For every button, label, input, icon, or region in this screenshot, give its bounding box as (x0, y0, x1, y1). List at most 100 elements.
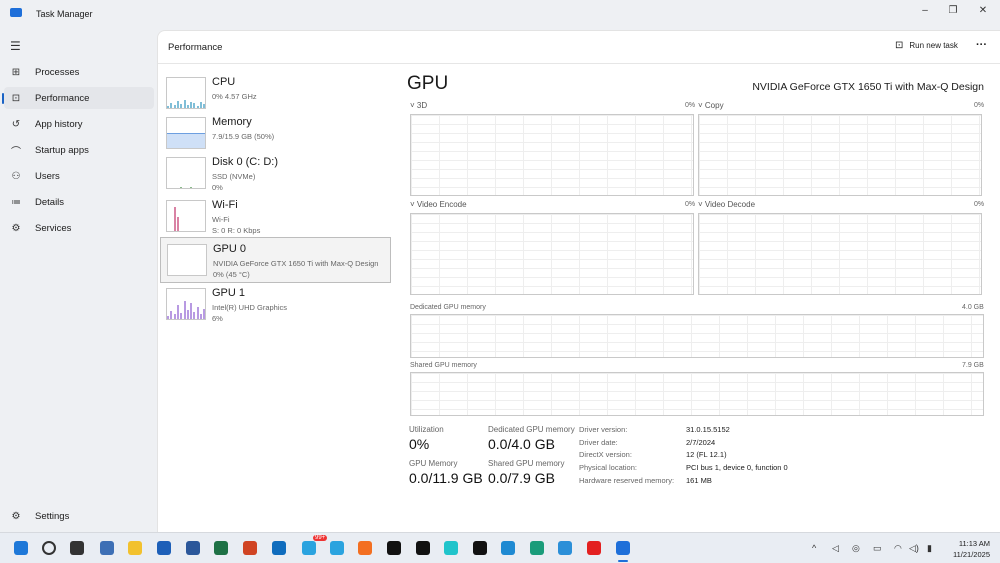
property-value: PCI bus 1, device 0, function 0 (686, 463, 788, 473)
keyboard-icon[interactable]: ▭ (873, 543, 882, 554)
notion-icon[interactable] (416, 541, 430, 555)
engine-label: Video Encode (416, 200, 467, 209)
close-button[interactable]: ✕ (973, 5, 993, 16)
run-new-task-button[interactable]: ⊡ Run new task (895, 40, 958, 51)
device-thumbnail-graph (166, 288, 206, 320)
file-explorer-icon[interactable] (128, 541, 142, 555)
sidebar-item-users[interactable]: ⚇ Users (4, 165, 154, 187)
processes-icon: ⊞ (11, 66, 21, 78)
performance-icon: ⊡ (11, 92, 21, 104)
engine-video-decode-dropdown[interactable]: ˅ Video Decode (698, 200, 755, 209)
history-icon: ↺ (11, 118, 21, 130)
device-name: CPU (212, 76, 236, 88)
device-thumbnail-graph (166, 157, 206, 189)
utilization-label: Utilization (409, 425, 444, 434)
outlook-icon[interactable] (272, 541, 286, 555)
engine-3d-dropdown[interactable]: ˅ 3D (410, 101, 427, 110)
device-usage: 0% (45 °C) (213, 270, 250, 279)
store-icon[interactable] (157, 541, 171, 555)
clock[interactable]: 11:13 AM 11/21/2025 (946, 538, 990, 560)
device-name: Wi-Fi (212, 199, 238, 211)
sidebar-item-performance[interactable]: ⊡ Performance (2, 87, 154, 109)
device-item-gpu-0[interactable]: GPU 0 NVIDIA GeForce GTX 1650 Ti with Ma… (160, 237, 391, 283)
more-options-button[interactable]: ··· (976, 39, 987, 51)
telegram-icon[interactable] (330, 541, 344, 555)
word-icon[interactable] (186, 541, 200, 555)
engine-value: 0% (685, 201, 696, 208)
property-label: DirectX version: (579, 450, 632, 460)
title-bar: Task Manager – ❐ ✕ (0, 0, 1000, 30)
device-detail: NVIDIA GeForce GTX 1650 Ti with Max-Q De… (213, 259, 379, 268)
main-panel: Performance ⊡ Run new task ··· CPU 0% 4.5… (157, 30, 1000, 532)
sidebar-item-services[interactable]: ⚙ Services (4, 217, 154, 239)
vscode-icon[interactable] (501, 541, 515, 555)
gpu-model: NVIDIA GeForce GTX 1650 Ti with Max-Q De… (752, 81, 984, 93)
shared-stat-label: Shared GPU memory (488, 459, 565, 468)
volume-icon[interactable]: ◁) (909, 543, 919, 554)
active-app-indicator (618, 560, 628, 562)
time: 11:13 AM (958, 539, 990, 548)
device-usage: 0% (212, 183, 223, 192)
telegram-alt-icon[interactable] (302, 541, 316, 555)
speedometer-icon: ⌒ (11, 146, 21, 158)
services-icon: ⚙ (11, 222, 21, 234)
list-icon: ≔ (11, 196, 21, 208)
device-item-disk-0-c-d[interactable]: Disk 0 (C: D:) SSD (NVMe) 0% (160, 151, 391, 197)
youtube-icon[interactable] (587, 541, 601, 555)
edge-icon[interactable] (530, 541, 544, 555)
device-item-wi-fi[interactable]: Wi-Fi Wi-Fi S: 0 R: 0 Kbps (160, 194, 391, 240)
task-view-icon[interactable] (70, 541, 84, 555)
sidebar-item-label: Performance (35, 92, 90, 104)
device-name: Memory (212, 116, 252, 128)
page-title: Performance (168, 42, 223, 53)
sidebar-item-processes[interactable]: ⊞ Processes (4, 61, 154, 83)
engine-video-encode-dropdown[interactable]: ˅ Video Encode (410, 200, 467, 209)
powerpoint-icon[interactable] (243, 541, 257, 555)
engine-value: 0% (685, 102, 696, 109)
edge-dev-icon[interactable] (558, 541, 572, 555)
dedicated-memory-max: 4.0 GB (962, 304, 984, 311)
figma-icon[interactable] (387, 541, 401, 555)
restore-button[interactable]: ❐ (943, 5, 963, 16)
start-icon[interactable] (14, 541, 28, 555)
sidebar-item-label: Settings (35, 510, 70, 522)
engine-label: Video Decode (704, 200, 756, 209)
wifi-icon[interactable]: ◠ (894, 543, 902, 554)
capcut-icon[interactable] (473, 541, 487, 555)
property-label: Physical location: (579, 463, 637, 473)
sidebar-item-settings[interactable]: ⚙ Settings (4, 505, 154, 527)
sidebar-item-app-history[interactable]: ↺ App history (4, 113, 154, 135)
sidebar-item-details[interactable]: ≔ Details (4, 191, 154, 213)
engine-video-encode-graph (410, 213, 694, 295)
property-value: 12 (FL 12.1) (686, 450, 727, 460)
task-manager-icon[interactable] (616, 541, 630, 555)
sidebar: ☰ ⊞ Processes ⊡ Performance ↺ App history ⌒… (0, 30, 157, 532)
hamburger-menu-icon[interactable]: ☰ (10, 39, 21, 53)
engine-copy-graph (698, 114, 982, 196)
battery-icon[interactable]: ▮ (927, 543, 932, 554)
device-thumbnail-graph (166, 117, 206, 149)
canva-icon[interactable] (444, 541, 458, 555)
excel-icon[interactable] (214, 541, 228, 555)
dedicated-memory-graph (410, 314, 984, 358)
gpu-memory-value: 0.0/11.9 GB (409, 470, 483, 486)
show-hidden-icons[interactable]: ^ (812, 543, 816, 553)
sidebar-item-label: Startup apps (35, 144, 89, 156)
engine-3d-graph (410, 114, 694, 196)
device-name: GPU 1 (212, 287, 246, 299)
security-icon[interactable]: ◎ (852, 543, 860, 554)
settings-icon[interactable] (100, 541, 114, 555)
users-icon: ⚇ (11, 170, 21, 182)
minimize-button[interactable]: – (915, 5, 935, 16)
date: 11/21/2025 (953, 550, 990, 559)
location-icon[interactable]: ◁ (832, 543, 839, 554)
sidebar-item-label: Services (35, 222, 72, 234)
sidebar-item-startup-apps[interactable]: ⌒ Startup apps (4, 139, 154, 161)
search-icon[interactable] (42, 541, 56, 555)
engine-copy-dropdown[interactable]: ˅ Copy (698, 101, 724, 110)
dedicated-stat-value: 0.0/4.0 GB (488, 436, 555, 452)
app-orange-icon[interactable] (358, 541, 372, 555)
device-item-gpu-1[interactable]: GPU 1 Intel(R) UHD Graphics 6% (160, 282, 391, 328)
run-task-icon: ⊡ (895, 40, 904, 51)
sidebar-item-label: Processes (35, 66, 80, 78)
